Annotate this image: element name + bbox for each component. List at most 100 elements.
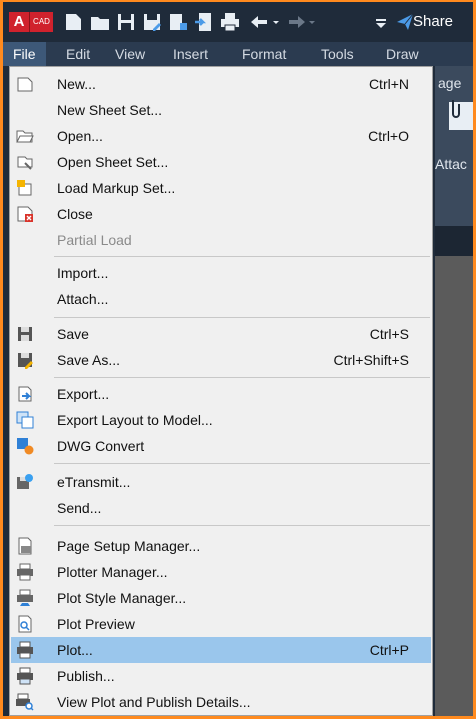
menu-item-partial-load: Partial Load [11, 227, 431, 253]
redo-icon[interactable] [285, 11, 319, 33]
quick-access-toolbar: A CAD Share [3, 2, 473, 42]
plot-preview-icon [18, 615, 32, 633]
menu-item-publish[interactable]: Publish... [11, 663, 431, 689]
menu-separator [54, 377, 430, 378]
drawing-canvas[interactable] [435, 256, 473, 716]
menu-item-label: Send... [57, 500, 102, 516]
page-setup-icon [18, 537, 32, 555]
menu-item-label: Plot... [57, 642, 93, 658]
ribbon-tab-partial[interactable]: age [435, 72, 473, 94]
app-logo-letter: A [9, 12, 29, 32]
menu-item-shortcut: Ctrl+P [369, 642, 409, 658]
menu-item-page-setup-manager[interactable]: Page Setup Manager... [11, 533, 431, 559]
menu-item-plot-preview[interactable]: Plot Preview [11, 611, 431, 637]
menu-item-shortcut: Ctrl+O [368, 128, 409, 144]
menu-tools[interactable]: Tools [321, 42, 354, 66]
menu-item-attach[interactable]: Attach... [11, 286, 431, 312]
menu-draw[interactable]: Draw [386, 42, 419, 66]
plotter-manager-icon [17, 563, 33, 581]
menu-item-label: Publish... [57, 668, 115, 684]
open-folder-icon [16, 130, 34, 143]
new-file-icon [17, 77, 33, 92]
open-sheet-set-icon [17, 156, 33, 170]
open-icon[interactable] [89, 11, 111, 33]
menu-item-new-sheet-set[interactable]: New Sheet Set... [11, 97, 431, 123]
import-icon[interactable] [193, 11, 215, 33]
menu-item-etransmit[interactable]: eTransmit... [11, 469, 431, 495]
plot-details-icon [16, 693, 34, 711]
menu-item-label: Partial Load [57, 232, 132, 248]
menu-item-label: Plot Preview [57, 616, 135, 632]
menu-separator [54, 525, 430, 526]
save-icon[interactable] [115, 11, 137, 33]
menu-item-label: eTransmit... [57, 474, 131, 490]
menu-item-export-layout[interactable]: Export Layout to Model... [11, 407, 431, 433]
save-as-icon[interactable] [141, 11, 163, 33]
menu-item-shortcut: Ctrl+N [368, 76, 409, 92]
menu-edit[interactable]: Edit [66, 42, 90, 66]
menu-item-label: Open... [57, 128, 103, 144]
menu-item-label: Export... [57, 386, 110, 402]
plot-icon[interactable] [219, 11, 241, 33]
menu-item-plot[interactable]: Plot... Ctrl+P [11, 637, 431, 663]
menu-item-label: Import... [57, 265, 109, 281]
menu-item-save-as[interactable]: Save As... Ctrl+Shift+S [11, 347, 431, 373]
menu-item-label: Save [57, 326, 89, 342]
app-logo-sub: CAD [29, 12, 53, 32]
app-window: A CAD Share File Edit View Insert Format… [3, 2, 473, 716]
markup-set-icon [17, 180, 32, 196]
menu-item-label: New... [57, 76, 96, 92]
menu-separator [54, 463, 430, 464]
menu-item-save[interactable]: Save Ctrl+S [11, 321, 431, 347]
save-as-disk-icon [18, 353, 33, 369]
menu-item-view-plot-details[interactable]: View Plot and Publish Details... [11, 689, 431, 715]
menu-item-export[interactable]: Export... [11, 381, 431, 407]
menu-file[interactable]: File [3, 42, 46, 66]
menu-item-import[interactable]: Import... [11, 260, 431, 286]
menu-item-label: New Sheet Set... [57, 102, 163, 118]
ribbon-footer [435, 226, 473, 256]
menu-view[interactable]: View [115, 42, 145, 66]
share-icon[interactable] [396, 13, 414, 31]
menu-item-open-sheet-set[interactable]: Open Sheet Set... [11, 149, 431, 175]
menu-item-new[interactable]: New... Ctrl+N [11, 71, 431, 97]
app-logo[interactable]: A CAD [9, 12, 53, 32]
new-icon[interactable] [63, 11, 85, 33]
menu-item-plot-style-manager[interactable]: Plot Style Manager... [11, 585, 431, 611]
menu-bar: File Edit View Insert Format Tools Draw [3, 42, 473, 66]
menu-item-close[interactable]: Close [11, 201, 431, 227]
export-layout-icon [16, 411, 34, 429]
menu-item-label: Load Markup Set... [57, 180, 176, 196]
menu-item-label: Save As... [57, 352, 121, 368]
etransmit-icon [17, 474, 33, 489]
menu-format[interactable]: Format [242, 42, 286, 66]
customize-toolbar-icon[interactable] [373, 11, 389, 33]
menu-item-label: View Plot and Publish Details... [57, 694, 251, 710]
file-menu-dropdown: New... Ctrl+N New Sheet Set... Open... C… [9, 66, 433, 716]
menu-item-load-markup-set[interactable]: Load Markup Set... [11, 175, 431, 201]
menu-separator [54, 317, 430, 318]
export-icon [18, 386, 32, 402]
menu-item-label: Page Setup Manager... [57, 538, 201, 554]
menu-item-send[interactable]: Send... [11, 495, 431, 521]
web-save-icon[interactable] [167, 11, 189, 33]
plot-style-icon [17, 589, 33, 606]
share-button[interactable]: Share [413, 12, 453, 32]
menu-separator [54, 256, 430, 257]
save-disk-icon [18, 327, 32, 341]
menu-item-label: Plot Style Manager... [57, 590, 187, 606]
menu-item-shortcut: Ctrl+Shift+S [333, 352, 409, 368]
menu-item-open[interactable]: Open... Ctrl+O [11, 123, 431, 149]
menu-item-plotter-manager[interactable]: Plotter Manager... [11, 559, 431, 585]
menu-item-label: DWG Convert [57, 438, 145, 454]
menu-item-label: Close [57, 206, 93, 222]
undo-icon[interactable] [247, 11, 281, 33]
menu-item-dwg-convert[interactable]: DWG Convert [11, 433, 431, 459]
menu-item-label: Open Sheet Set... [57, 154, 169, 170]
attach-icon[interactable] [443, 98, 473, 130]
menu-insert[interactable]: Insert [173, 42, 208, 66]
plot-printer-icon [17, 641, 33, 659]
menu-item-shortcut: Ctrl+S [369, 326, 409, 342]
publish-icon [17, 667, 33, 685]
menu-item-label: Export Layout to Model... [57, 412, 213, 428]
